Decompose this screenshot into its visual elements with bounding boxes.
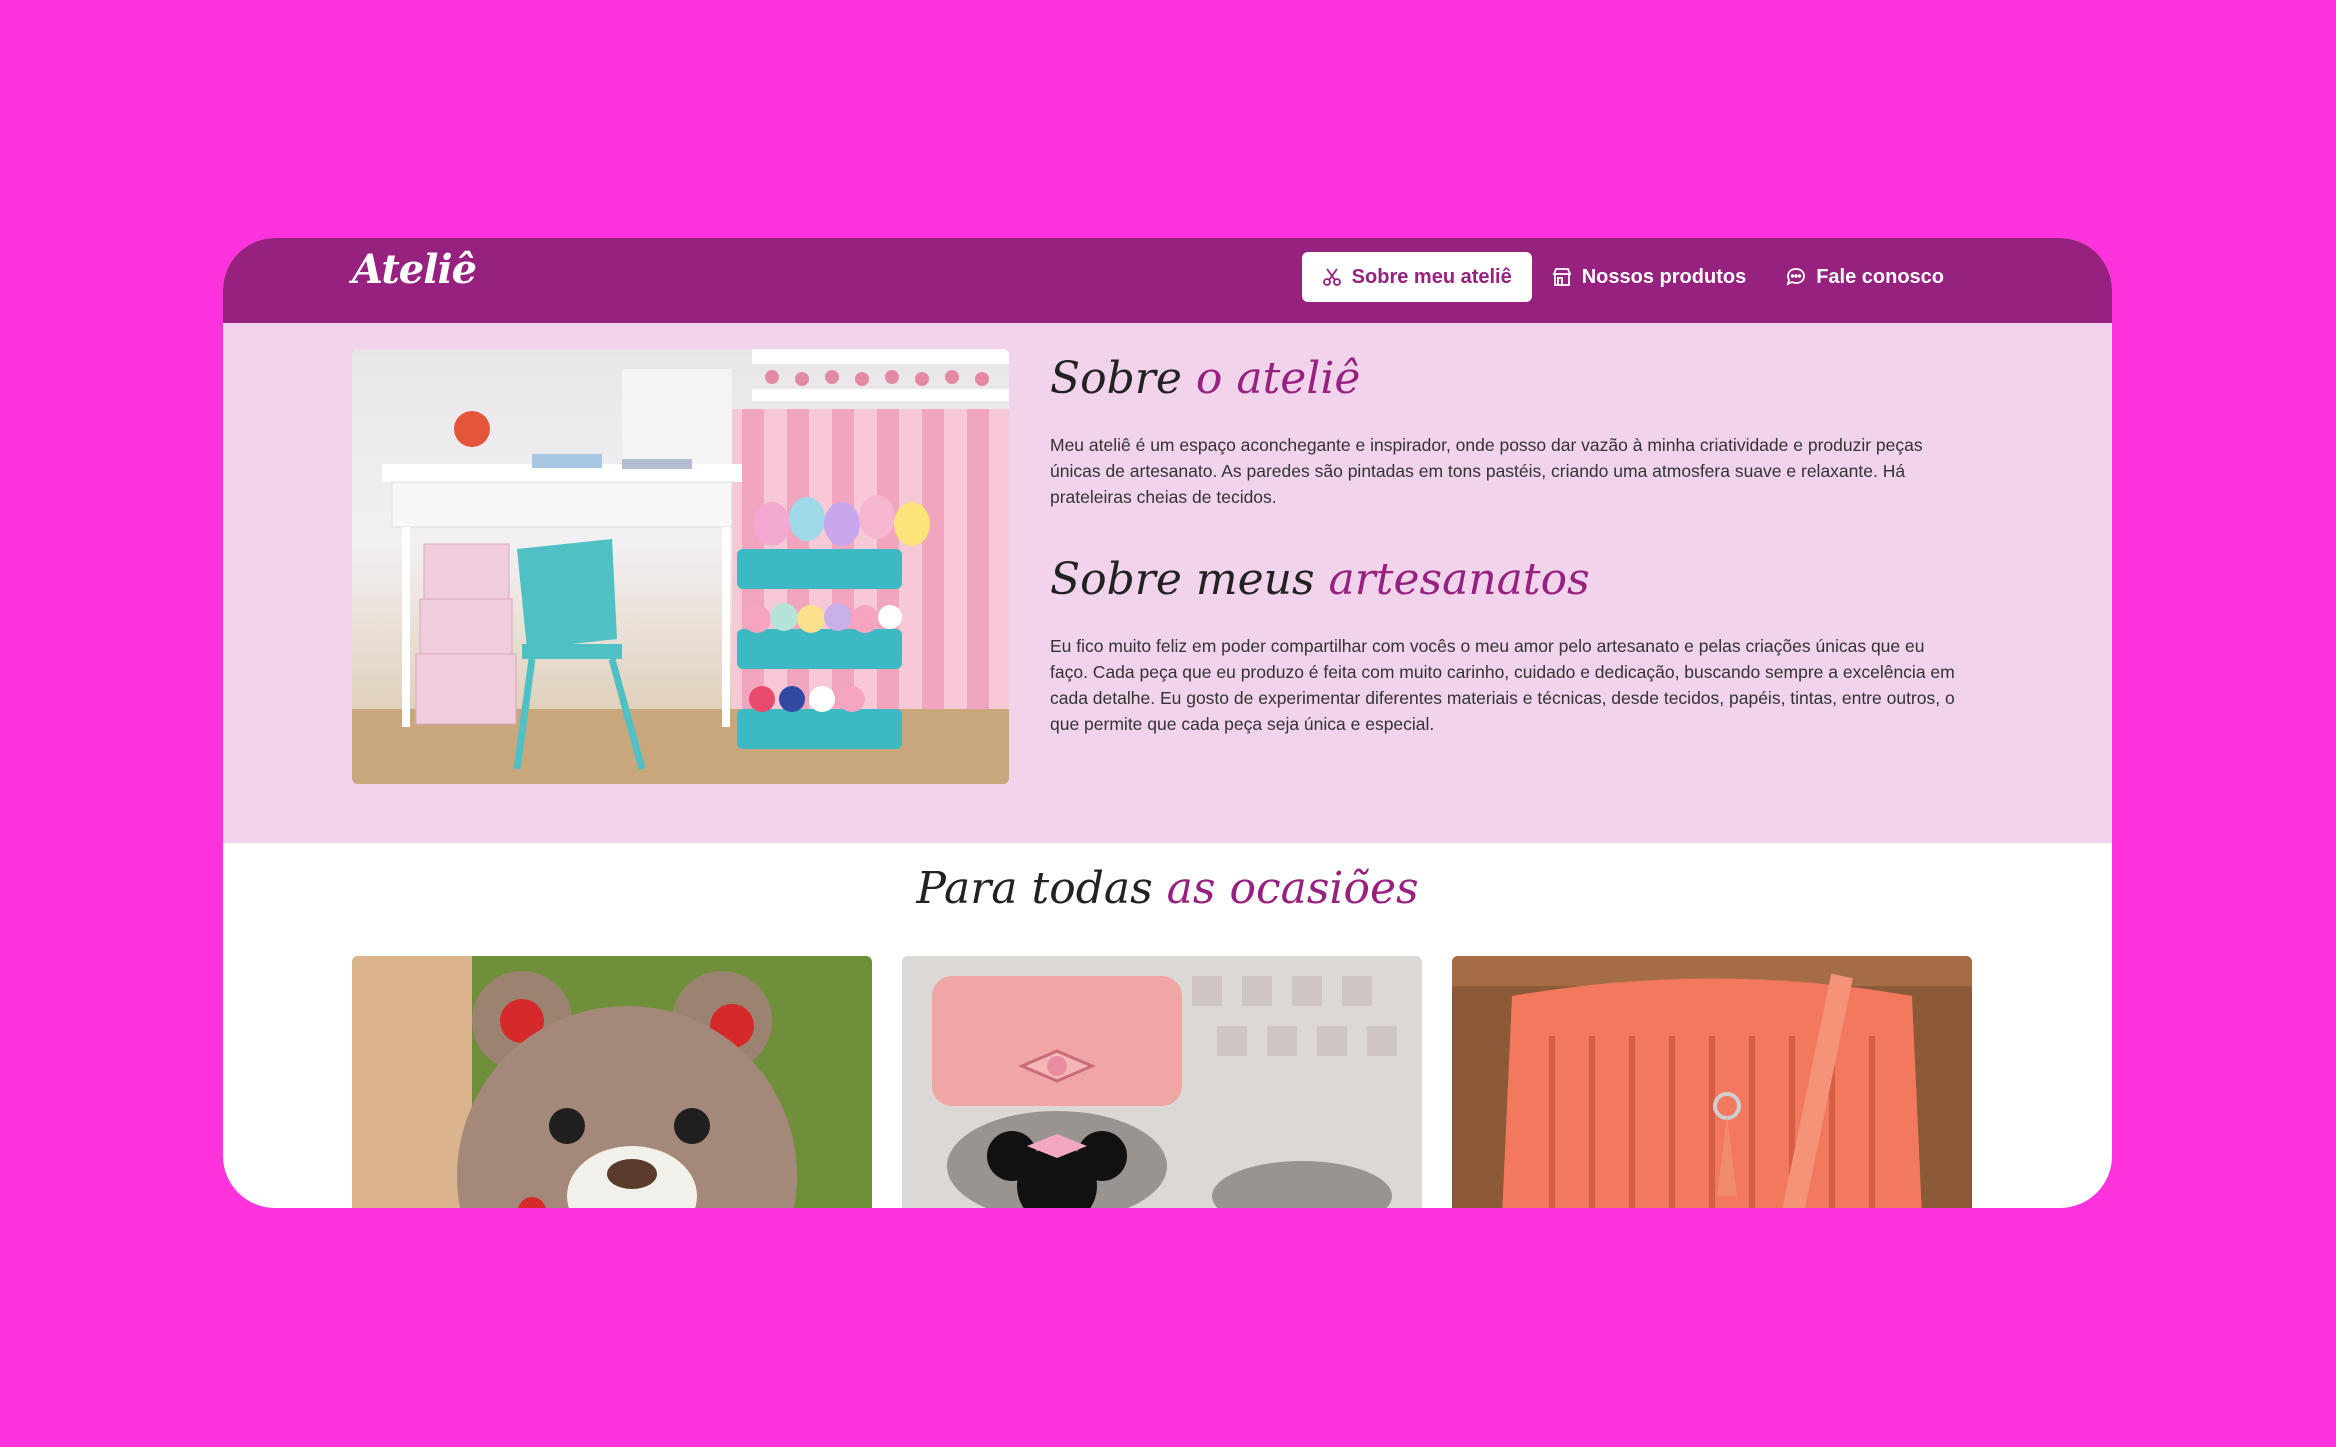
about-paragraph: Meu ateliê é um espaço aconchegante e in… — [1050, 435, 1923, 507]
nav-link-products[interactable]: Nossos produtos — [1532, 252, 1766, 302]
about-heading: Sobre o ateliê — [1050, 353, 1960, 404]
occasions-heading: Para todas as ocasiões — [223, 863, 2112, 914]
heading-accent: artesanatos — [1328, 554, 1590, 605]
teddy-bear-image — [352, 956, 872, 1208]
about-text: Sobre o ateliê Meu ateliê é um espaço ac… — [1050, 353, 1960, 781]
bathroom-set-image — [902, 956, 1422, 1208]
heading-plain: Sobre meus — [1050, 554, 1329, 605]
atelier-photo — [352, 349, 1009, 784]
product-card-crochet-bag[interactable] — [1452, 956, 1972, 1208]
nav-links: Sobre meu ateliê Nossos produtos Fale co… — [1301, 252, 1964, 302]
occasions-section: Para todas as ocasiões — [223, 843, 2112, 1208]
scissors-icon — [1322, 268, 1341, 286]
heading-accent: o ateliê — [1195, 353, 1361, 404]
heading-accent: as ocasiões — [1166, 863, 1419, 914]
heading-plain: Para todas — [916, 863, 1167, 914]
navbar: Ateliê Sobre meu ateliê Nossos produtos — [223, 238, 2112, 323]
heading-plain: Sobre — [1050, 353, 1196, 404]
brand-logo[interactable]: Ateliê — [352, 246, 477, 293]
crochet-bag-image — [1452, 956, 1972, 1208]
chat-bubble-icon — [1786, 268, 1806, 286]
nav-link-label: Fale conosco — [1816, 265, 1944, 288]
product-card-bathroom-set[interactable] — [902, 956, 1422, 1208]
nav-link-contact[interactable]: Fale conosco — [1766, 252, 1964, 302]
nav-link-label: Sobre meu ateliê — [1351, 265, 1512, 288]
about-section: Sobre o ateliê Meu ateliê é um espaço ac… — [223, 323, 2112, 843]
product-cards — [352, 956, 1972, 1208]
atelier-illustration — [352, 349, 1009, 784]
nav-link-label: Nossos produtos — [1581, 265, 1747, 288]
store-icon — [1552, 268, 1572, 286]
crafts-heading: Sobre meus artesanatos — [1050, 554, 1960, 605]
nav-link-about[interactable]: Sobre meu ateliê — [1301, 252, 1532, 302]
crafts-paragraph: Eu fico muito feliz em poder compartilha… — [1050, 636, 1955, 734]
product-card-teddy-bear[interactable] — [352, 956, 872, 1208]
browser-window: Ateliê Sobre meu ateliê Nossos produtos — [223, 238, 2112, 1208]
